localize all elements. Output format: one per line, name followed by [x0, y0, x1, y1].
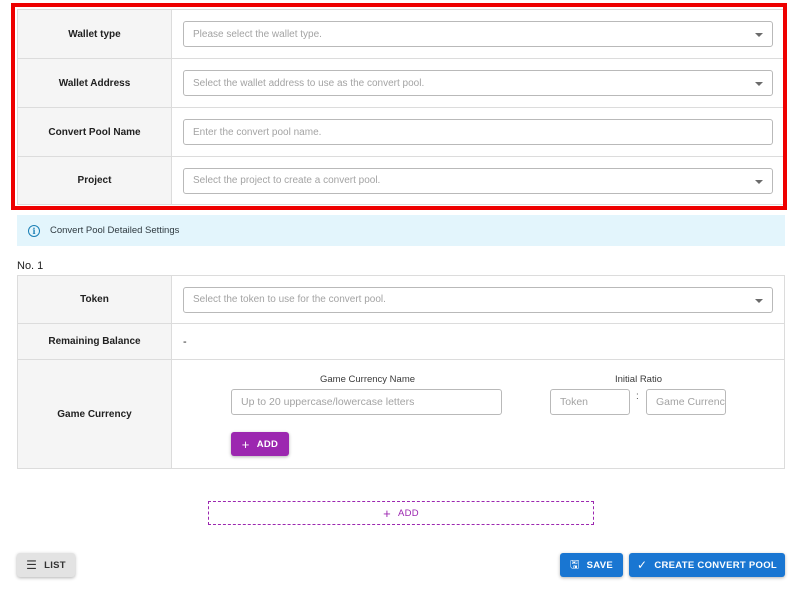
pool-detail-table: Token Select the token to use for the co…	[17, 275, 785, 469]
pool-item-title: No. 1	[17, 260, 44, 272]
list-button[interactable]: ☰ LIST	[17, 553, 75, 577]
token-label: Token	[18, 276, 172, 323]
floppy-disk-icon: 🖫	[569, 558, 580, 571]
game-currency-name-header: Game Currency Name	[320, 374, 416, 385]
save-button-label: SAVE	[586, 559, 614, 571]
remaining-balance-value: -	[183, 335, 187, 348]
create-convert-pool-label: CREATE CONVERT POOL	[654, 559, 778, 571]
token-select[interactable]: Select the token to use for the convert …	[183, 286, 773, 313]
ratio-token-input[interactable]: Token	[550, 389, 630, 415]
add-pool-button[interactable]: + ADD	[208, 501, 594, 525]
remaining-balance-cell: -	[172, 324, 784, 359]
add-game-currency-button[interactable]: + ADD	[231, 432, 289, 456]
add-game-currency-label: ADD	[256, 438, 279, 450]
token-placeholder: Select the token to use for the convert …	[193, 294, 386, 305]
ratio-separator: :	[636, 391, 639, 402]
plus-icon: +	[241, 436, 250, 452]
game-currency-name-placeholder: Up to 20 uppercase/lowercase letters	[241, 396, 415, 408]
remaining-balance-label: Remaining Balance	[18, 324, 172, 359]
remaining-balance-row: Remaining Balance -	[18, 324, 784, 360]
token-cell: Select the token to use for the convert …	[172, 276, 784, 323]
create-convert-pool-button[interactable]: ✓ CREATE CONVERT POOL	[629, 553, 785, 577]
plus-icon: +	[383, 505, 391, 521]
info-bar: i Convert Pool Detailed Settings	[17, 215, 785, 246]
game-currency-label: Game Currency	[18, 360, 172, 468]
ratio-token-placeholder: Token	[560, 396, 589, 408]
game-currency-name-input[interactable]: Up to 20 uppercase/lowercase letters	[231, 389, 502, 415]
info-bar-text: Convert Pool Detailed Settings	[50, 225, 180, 236]
token-row: Token Select the token to use for the co…	[18, 276, 784, 324]
ratio-currency-input[interactable]: Game Currency	[646, 389, 726, 415]
list-icon: ☰	[26, 558, 38, 572]
initial-ratio-header: Initial Ratio	[615, 374, 662, 385]
check-icon: ✓	[636, 558, 648, 572]
highlight-frame	[11, 3, 787, 210]
save-button[interactable]: 🖫 SAVE	[560, 553, 623, 577]
list-button-label: LIST	[44, 559, 66, 571]
ratio-currency-placeholder: Game Currency	[656, 396, 726, 408]
info-icon: i	[28, 224, 40, 237]
chevron-down-icon	[755, 298, 763, 303]
add-pool-label: ADD	[397, 507, 419, 519]
